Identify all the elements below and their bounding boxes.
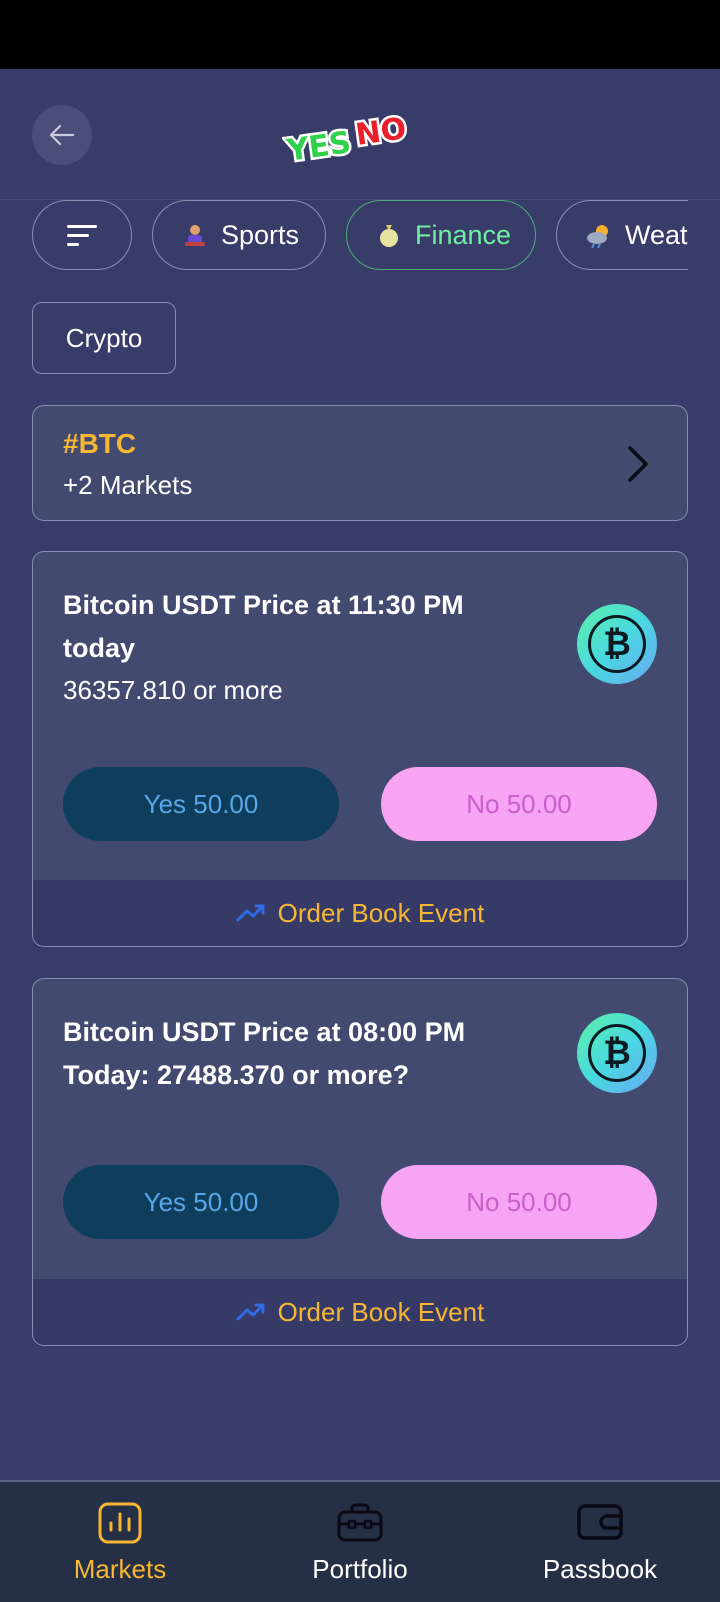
header: YES NO [0,69,720,199]
category-chip-label: Weatl [625,219,688,250]
tag-subtitle: +2 Markets [63,470,193,500]
bar-chart-icon [98,1502,142,1544]
yes-button[interactable]: Yes 50.00 [63,1165,339,1239]
market-card[interactable]: Bitcoin USDT Price at 08:00 PM Today: 27… [32,978,688,1346]
category-chips: Sports Finance Weatl [0,200,688,272]
market-card[interactable]: Bitcoin USDT Price at 11:30 PM today 363… [32,551,688,947]
bitcoin-icon: ₿ [577,1013,657,1093]
market-title: Bitcoin USDT Price at 11:30 PM today 363… [63,584,533,710]
no-button-label: No 50.00 [466,788,572,819]
bottom-nav: Markets Portfolio Passbook [0,1480,720,1602]
no-button-label: No 50.00 [466,1186,572,1217]
market-threshold: 36357.810 or more [63,675,283,705]
filter-chip[interactable] [32,200,132,270]
yesno-logo: YES NO [282,109,411,171]
order-book-link[interactable]: Order Book Event [33,880,687,946]
category-chip-label: Finance [415,219,512,250]
nav-markets[interactable]: Markets [0,1482,240,1602]
no-button[interactable]: No 50.00 [381,1165,657,1239]
briefcase-icon [337,1503,383,1542]
sub-category-label: Crypto [65,322,143,353]
market-question: Bitcoin USDT Price at 08:00 PM Today: 27… [63,1017,466,1090]
chevron-right-icon [628,446,648,482]
arrow-left-icon [49,124,75,146]
svg-text:NO: NO [354,111,409,153]
market-title: Bitcoin USDT Price at 08:00 PM Today: 27… [63,1011,533,1097]
weather-icon [585,221,613,249]
nav-label: Markets [73,1554,167,1584]
nav-label: Portfolio [312,1554,408,1584]
order-book-label: Order Book Event [277,897,485,928]
category-chip-label: Sports [221,219,300,250]
filter-icon [67,225,97,246]
yes-button-label: Yes 50.00 [143,788,259,819]
bitcoin-icon: ₿ [577,604,657,684]
wallet-icon [577,1504,623,1540]
svg-text:YES: YES [284,125,353,169]
yes-button-label: Yes 50.00 [143,1186,259,1217]
sub-category-chip-crypto[interactable]: Crypto [32,302,176,374]
nav-label: Passbook [542,1554,658,1584]
nav-passbook[interactable]: Passbook [480,1482,720,1602]
market-question: Bitcoin USDT Price at 11:30 PM today [63,590,464,663]
nav-portfolio[interactable]: Portfolio [240,1482,480,1602]
category-chip-finance[interactable]: Finance [346,200,536,270]
tag-title: #BTC [63,428,137,459]
trending-up-icon [236,1303,265,1321]
order-book-label: Order Book Event [277,1296,485,1327]
back-button[interactable] [32,105,92,165]
sports-emoji-icon [181,221,209,249]
category-chip-sports[interactable]: Sports [152,200,326,270]
trending-up-icon [236,904,265,922]
yes-button[interactable]: Yes 50.00 [63,767,339,841]
order-book-link[interactable]: Order Book Event [33,1279,687,1345]
category-chip-weather[interactable]: Weatl [556,200,688,270]
status-bar [0,0,720,69]
money-bag-icon [375,221,403,249]
tag-card-btc[interactable]: #BTC +2 Markets [32,405,688,521]
no-button[interactable]: No 50.00 [381,767,657,841]
